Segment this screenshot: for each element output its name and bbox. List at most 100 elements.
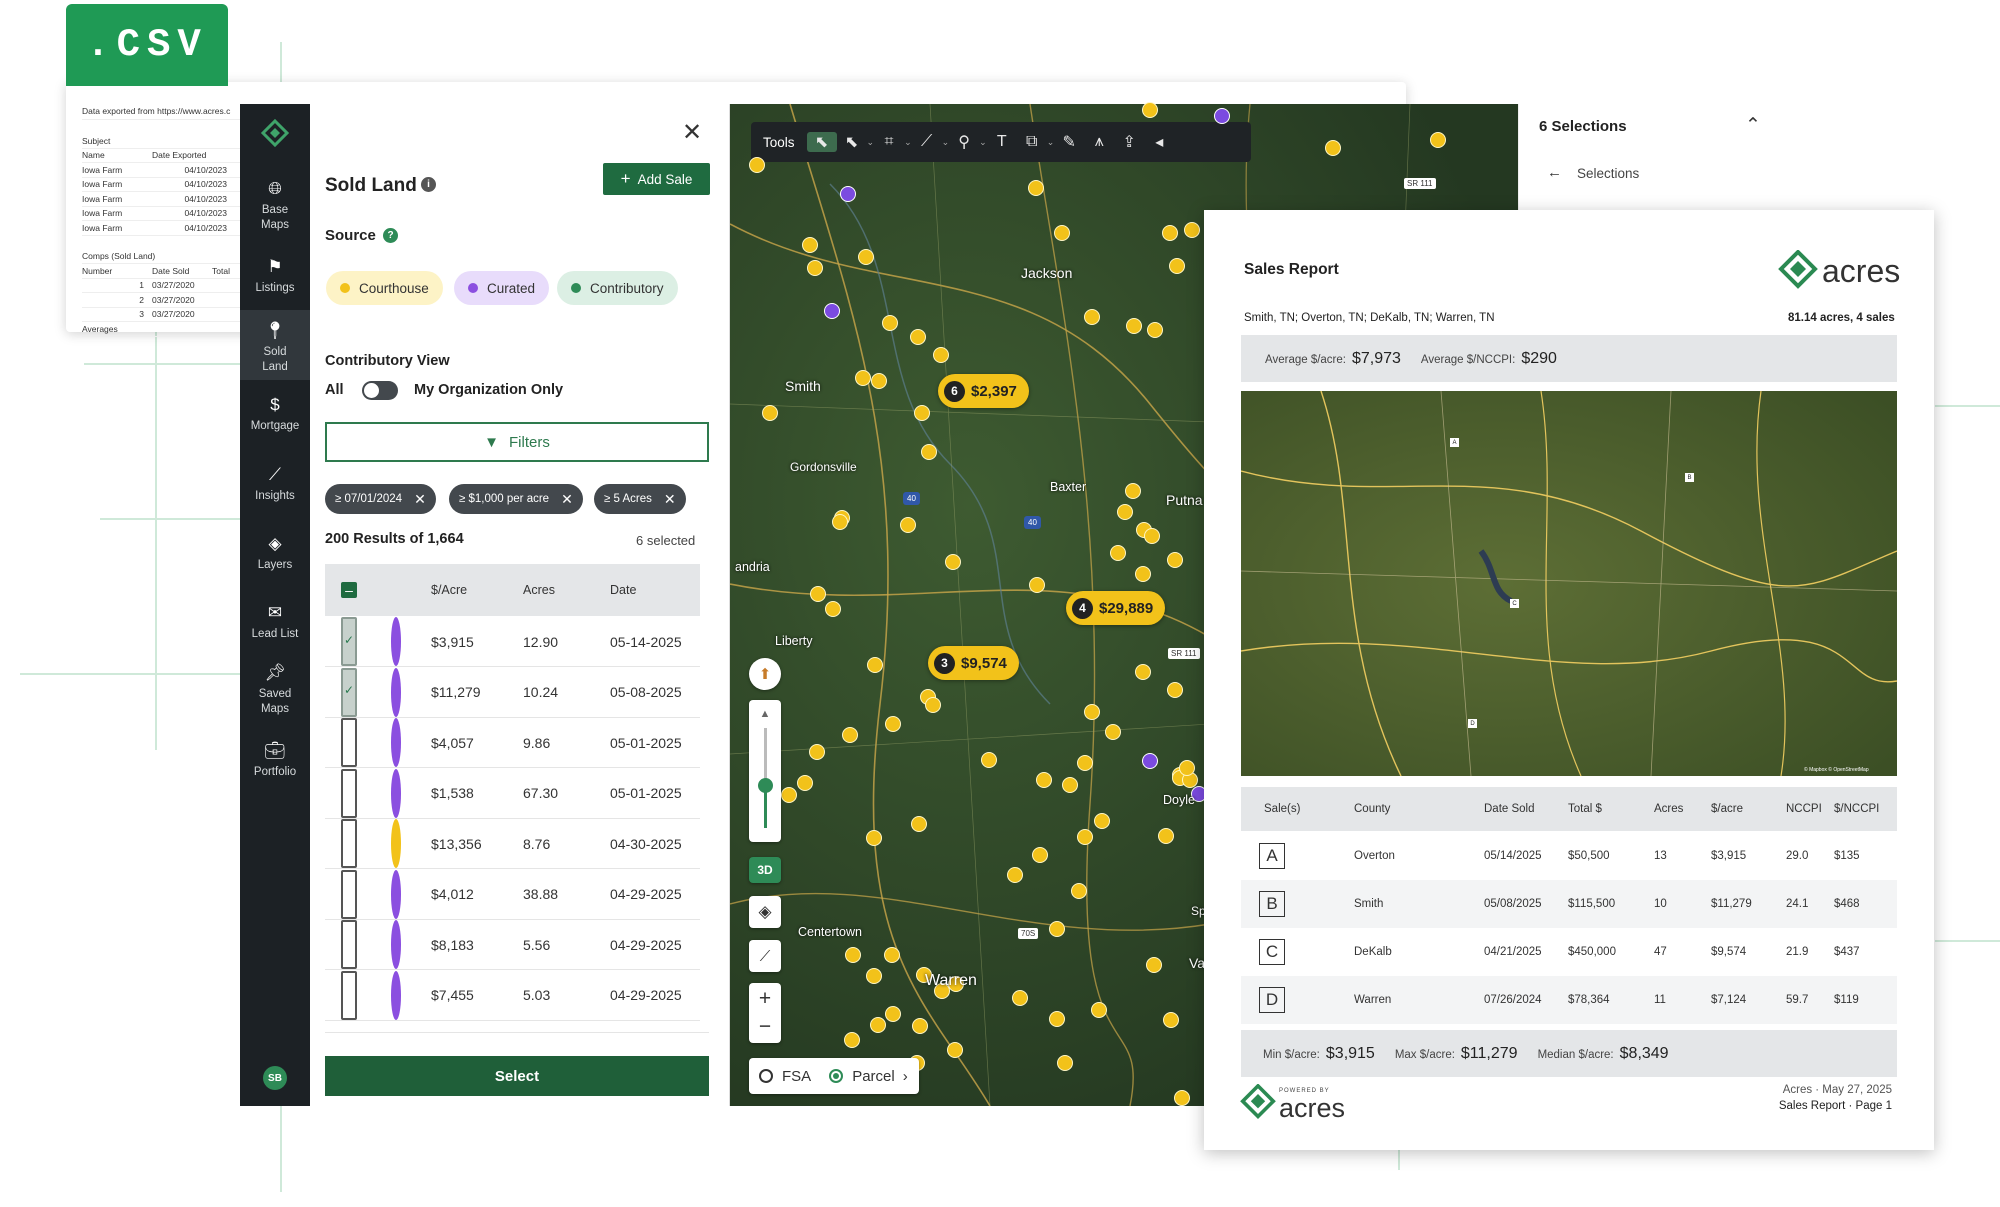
sale-pin[interactable] <box>855 370 871 386</box>
sale-pin[interactable] <box>1158 828 1174 844</box>
table-row[interactable]: $3,915 12.90 05-14-2025 <box>325 617 700 667</box>
sale-pin[interactable] <box>866 968 882 984</box>
chevron-up-icon[interactable]: ⌃ <box>1745 114 1761 137</box>
nav-mortgage[interactable]: $ Mortgage <box>240 394 310 434</box>
sale-pin[interactable] <box>1054 225 1070 241</box>
sale-pin[interactable] <box>1167 552 1183 568</box>
sale-pin[interactable] <box>945 554 961 570</box>
sale-pin[interactable] <box>1084 309 1100 325</box>
sale-pin[interactable] <box>1032 847 1048 863</box>
sale-pin[interactable] <box>871 373 887 389</box>
col-header[interactable]: Acres <box>523 564 555 616</box>
filter-chip-price[interactable]: ≥ $1,000 per acre ✕ <box>449 484 583 514</box>
select-tool-icon[interactable]: ⬉ <box>806 132 837 152</box>
zoom-in-icon[interactable]: + <box>759 985 771 1013</box>
select-button[interactable]: Select <box>325 1056 709 1096</box>
nav-layers[interactable]: ◈ Layers <box>240 533 310 573</box>
table-row[interactable]: $13,356 8.76 04-30-2025 <box>325 819 700 869</box>
sale-pin[interactable] <box>947 1042 963 1058</box>
row-checkbox[interactable] <box>341 617 357 666</box>
sale-pin[interactable] <box>802 237 818 253</box>
price-bubble[interactable]: 3 $9,574 <box>928 646 1019 680</box>
sale-pin[interactable] <box>912 1018 928 1034</box>
sale-pin[interactable] <box>1163 1012 1179 1028</box>
table-row[interactable]: $4,012 38.88 04-29-2025 <box>325 869 700 920</box>
sale-pin[interactable] <box>910 329 926 345</box>
sale-pin[interactable] <box>885 716 901 732</box>
sale-pin[interactable] <box>1036 772 1052 788</box>
nav-lead-list[interactable]: ✉ Lead List <box>240 602 310 642</box>
col-header[interactable]: Date <box>610 564 636 616</box>
shapes-icon[interactable]: ⧉ <box>1017 133 1047 151</box>
sale-pin[interactable] <box>1162 225 1178 241</box>
sale-pin[interactable] <box>870 1017 886 1033</box>
close-icon[interactable]: ✕ <box>682 118 702 147</box>
sale-pin[interactable] <box>1117 504 1133 520</box>
sale-pin[interactable] <box>1147 322 1163 338</box>
nav-insights[interactable]: ⟋ Insights <box>240 464 310 504</box>
sale-pin[interactable] <box>1077 829 1093 845</box>
sale-pin[interactable] <box>1028 180 1044 196</box>
sale-pin-curated[interactable] <box>1214 108 1230 124</box>
app-logo[interactable] <box>240 118 310 148</box>
sale-pin[interactable] <box>807 260 823 276</box>
sale-pin[interactable] <box>809 744 825 760</box>
row-checkbox[interactable] <box>341 869 357 919</box>
parcel-radio[interactable] <box>829 1069 844 1083</box>
sale-pin[interactable] <box>925 697 941 713</box>
sale-pin[interactable] <box>1094 813 1110 829</box>
close-icon[interactable]: ✕ <box>561 491 573 508</box>
sale-pin[interactable] <box>1049 921 1065 937</box>
source-chip-curated[interactable]: Curated <box>454 271 550 305</box>
row-checkbox[interactable] <box>341 819 357 868</box>
sale-pin[interactable] <box>832 514 848 530</box>
close-icon[interactable]: ✕ <box>664 491 676 508</box>
sale-pin[interactable] <box>762 405 778 421</box>
sale-pin[interactable] <box>885 1006 901 1022</box>
table-row[interactable]: $1,538 67.30 05-01-2025 <box>325 768 700 819</box>
sale-pin[interactable] <box>933 347 949 363</box>
sale-pin[interactable] <box>781 787 797 803</box>
filter-chip-acres[interactable]: ≥ 5 Acres ✕ <box>594 484 686 514</box>
sale-pin[interactable] <box>1167 682 1183 698</box>
select-all-checkbox[interactable]: – <box>341 582 357 598</box>
table-row[interactable]: $11,279 10.24 05-08-2025 <box>325 667 700 718</box>
row-checkbox[interactable] <box>341 768 357 818</box>
sale-pin[interactable] <box>1146 957 1162 973</box>
sale-pin-curated[interactable] <box>824 303 840 319</box>
sale-pin[interactable] <box>882 315 898 331</box>
slider-track[interactable] <box>757 728 773 828</box>
sale-pin[interactable] <box>1091 1002 1107 1018</box>
sale-pin[interactable] <box>1126 318 1142 334</box>
sale-pin[interactable] <box>914 405 930 421</box>
add-sale-button[interactable]: + Add Sale <box>603 163 710 195</box>
sale-pin[interactable] <box>825 601 841 617</box>
sale-pin[interactable] <box>1430 132 1446 148</box>
price-bubble[interactable]: 6 $2,397 <box>938 374 1029 408</box>
sale-pin[interactable] <box>866 830 882 846</box>
sale-pin[interactable] <box>900 517 916 533</box>
nav-saved-maps[interactable]: 📌︎ Saved Maps <box>240 662 310 716</box>
sale-pin[interactable] <box>797 775 813 791</box>
row-checkbox[interactable] <box>341 718 357 767</box>
sale-pin[interactable] <box>1012 990 1028 1006</box>
nav-sold-land[interactable]: 📍︎ Sold Land <box>240 310 310 380</box>
sale-pin[interactable] <box>1084 704 1100 720</box>
collapse-icon[interactable]: ◂ <box>1144 132 1174 152</box>
nav-base-maps[interactable]: 🌐︎ Base Maps <box>240 178 310 232</box>
sale-pin[interactable] <box>1184 222 1200 238</box>
sale-pin[interactable] <box>1110 545 1126 561</box>
sale-pin[interactable] <box>981 752 997 768</box>
compass-icon[interactable]: ⩚ <box>1084 133 1114 151</box>
upload-icon[interactable]: ⇪ <box>1114 132 1144 152</box>
row-checkbox[interactable] <box>341 667 357 717</box>
sale-pin[interactable] <box>1057 1055 1073 1071</box>
sale-pin[interactable] <box>845 947 861 963</box>
sale-pin[interactable] <box>844 1032 860 1048</box>
org-toggle[interactable] <box>362 381 398 400</box>
sale-pin[interactable] <box>1174 1090 1190 1106</box>
ruler-icon[interactable]: ✎ <box>1054 132 1084 152</box>
arrow-left-icon[interactable]: ← <box>1547 164 1562 181</box>
table-row[interactable]: $7,455 5.03 04-29-2025 <box>325 970 700 1021</box>
sale-pin[interactable] <box>1007 867 1023 883</box>
